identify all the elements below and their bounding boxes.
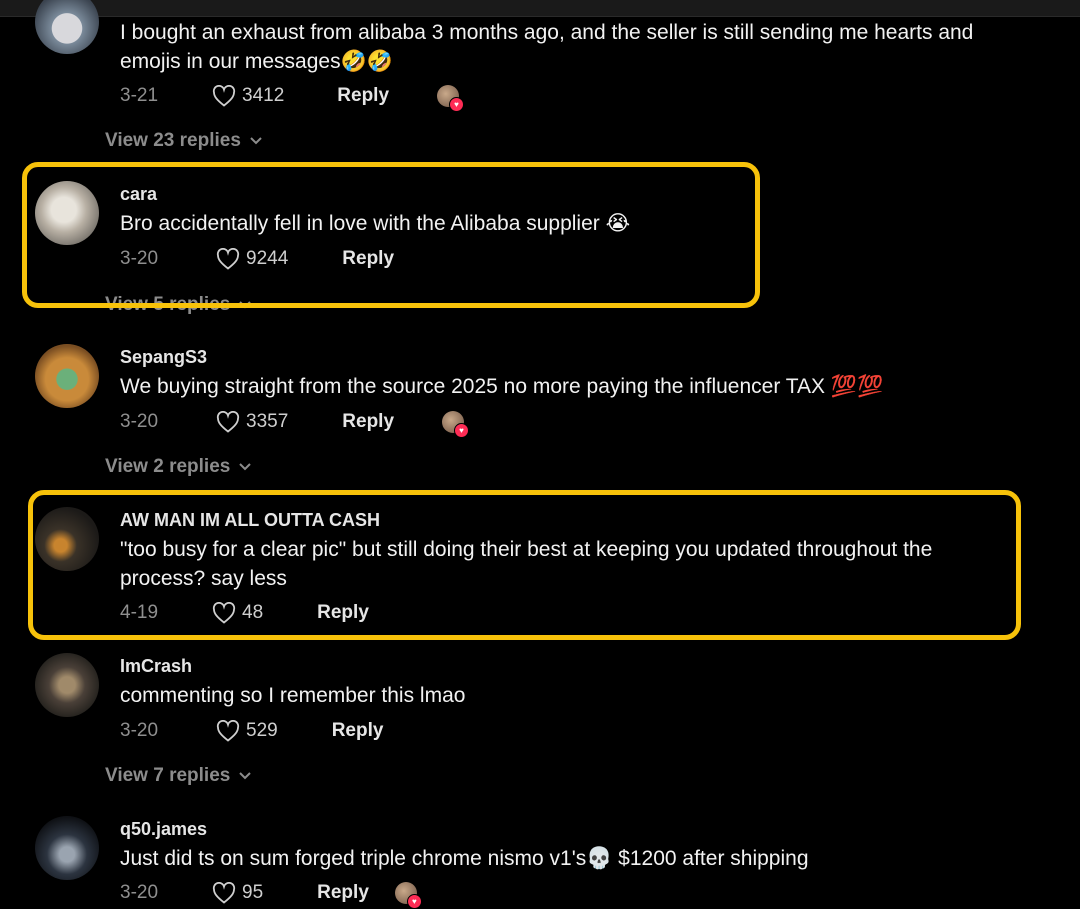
view-replies-button[interactable]: View 5 replies <box>105 294 252 316</box>
avatar[interactable] <box>35 344 99 408</box>
like-count: 48 <box>242 602 264 623</box>
view-replies-button[interactable]: View 7 replies <box>105 765 252 787</box>
comment-text: Bro accidentally fell in love with the A… <box>120 212 631 235</box>
like-count: 529 <box>246 720 278 741</box>
view-replies-label: View 2 replies <box>105 456 231 477</box>
comment-text: We buying straight from the source 2025 … <box>120 375 884 398</box>
like-button[interactable]: 3357 <box>216 411 288 433</box>
comment-text: Just did ts on sum forged triple chrome … <box>120 847 809 870</box>
heart-outline-icon <box>216 411 240 433</box>
comment-meta: 4-19 48 Reply <box>120 600 369 626</box>
chevron-down-icon <box>239 301 252 309</box>
avatar[interactable] <box>35 653 99 717</box>
creator-liked-avatar-icon: ♥ <box>442 411 470 438</box>
like-count: 9244 <box>246 248 289 269</box>
avatar[interactable] <box>35 0 99 54</box>
comment-username[interactable]: SepangS3 <box>120 347 207 368</box>
view-replies-button[interactable]: View 23 replies <box>105 130 263 152</box>
like-button[interactable]: 95 <box>212 882 263 904</box>
comment-date: 3-20 <box>120 720 159 741</box>
comment-meta: 3-20 529 Reply <box>120 718 383 744</box>
like-button[interactable]: 3412 <box>212 85 284 107</box>
comment-meta: 3-20 9244 Reply <box>120 246 394 272</box>
chevron-down-icon <box>250 137 262 145</box>
avatar[interactable] <box>35 507 99 571</box>
view-replies-button[interactable]: View 2 replies <box>105 456 252 478</box>
like-count: 3412 <box>242 85 285 106</box>
comment-username[interactable]: ImCrash <box>120 656 192 677</box>
reply-button[interactable]: Reply <box>337 85 389 107</box>
creator-liked-avatar-icon: ♥ <box>394 882 422 909</box>
heart-outline-icon <box>212 602 236 624</box>
comment-date: 3-20 <box>120 882 159 903</box>
heart-outline-icon <box>216 248 240 270</box>
comment-text: "too busy for a clear pic" but still doi… <box>120 538 933 590</box>
comment-text: I bought an exhaust from alibaba 3 month… <box>120 21 974 73</box>
heart-outline-icon <box>216 720 240 742</box>
avatar[interactable] <box>35 816 99 880</box>
comment-text: commenting so I remember this lmao <box>120 684 466 707</box>
comment-date: 4-19 <box>120 602 159 623</box>
comment-username[interactable]: q50.james <box>120 819 207 840</box>
reply-button[interactable]: Reply <box>332 720 384 742</box>
comment-date: 3-20 <box>120 411 159 432</box>
like-button[interactable]: 48 <box>212 602 263 624</box>
view-replies-label: View 23 replies <box>105 130 241 151</box>
comment-username[interactable]: cara <box>120 184 157 205</box>
view-replies-label: View 5 replies <box>105 294 231 315</box>
comment-meta: 3-20 3357 Reply ♥ <box>120 409 470 438</box>
like-button[interactable]: 9244 <box>216 248 288 270</box>
comment-meta: 3-21 3412 Reply ♥ <box>120 83 465 112</box>
like-count: 3357 <box>246 411 289 432</box>
heart-outline-icon <box>212 85 236 107</box>
creator-liked-avatar-icon: ♥ <box>437 85 465 112</box>
reply-button[interactable]: Reply <box>342 248 394 270</box>
view-replies-label: View 7 replies <box>105 765 231 786</box>
chevron-down-icon <box>239 463 252 471</box>
comment-username[interactable]: AW MAN IM ALL OUTTA CASH <box>120 510 380 531</box>
heart-outline-icon <box>212 882 236 904</box>
avatar[interactable] <box>35 181 99 245</box>
chevron-down-icon <box>239 772 252 780</box>
reply-button[interactable]: Reply <box>342 411 394 433</box>
top-status-strip <box>0 0 1080 17</box>
reply-button[interactable]: Reply <box>317 602 369 624</box>
like-button[interactable]: 529 <box>216 720 278 742</box>
comment-meta: 3-20 95 Reply ♥ <box>120 880 422 909</box>
reply-button[interactable]: Reply <box>317 882 369 904</box>
comment-date: 3-21 <box>120 85 159 106</box>
comment-date: 3-20 <box>120 248 159 269</box>
like-count: 95 <box>242 882 264 903</box>
